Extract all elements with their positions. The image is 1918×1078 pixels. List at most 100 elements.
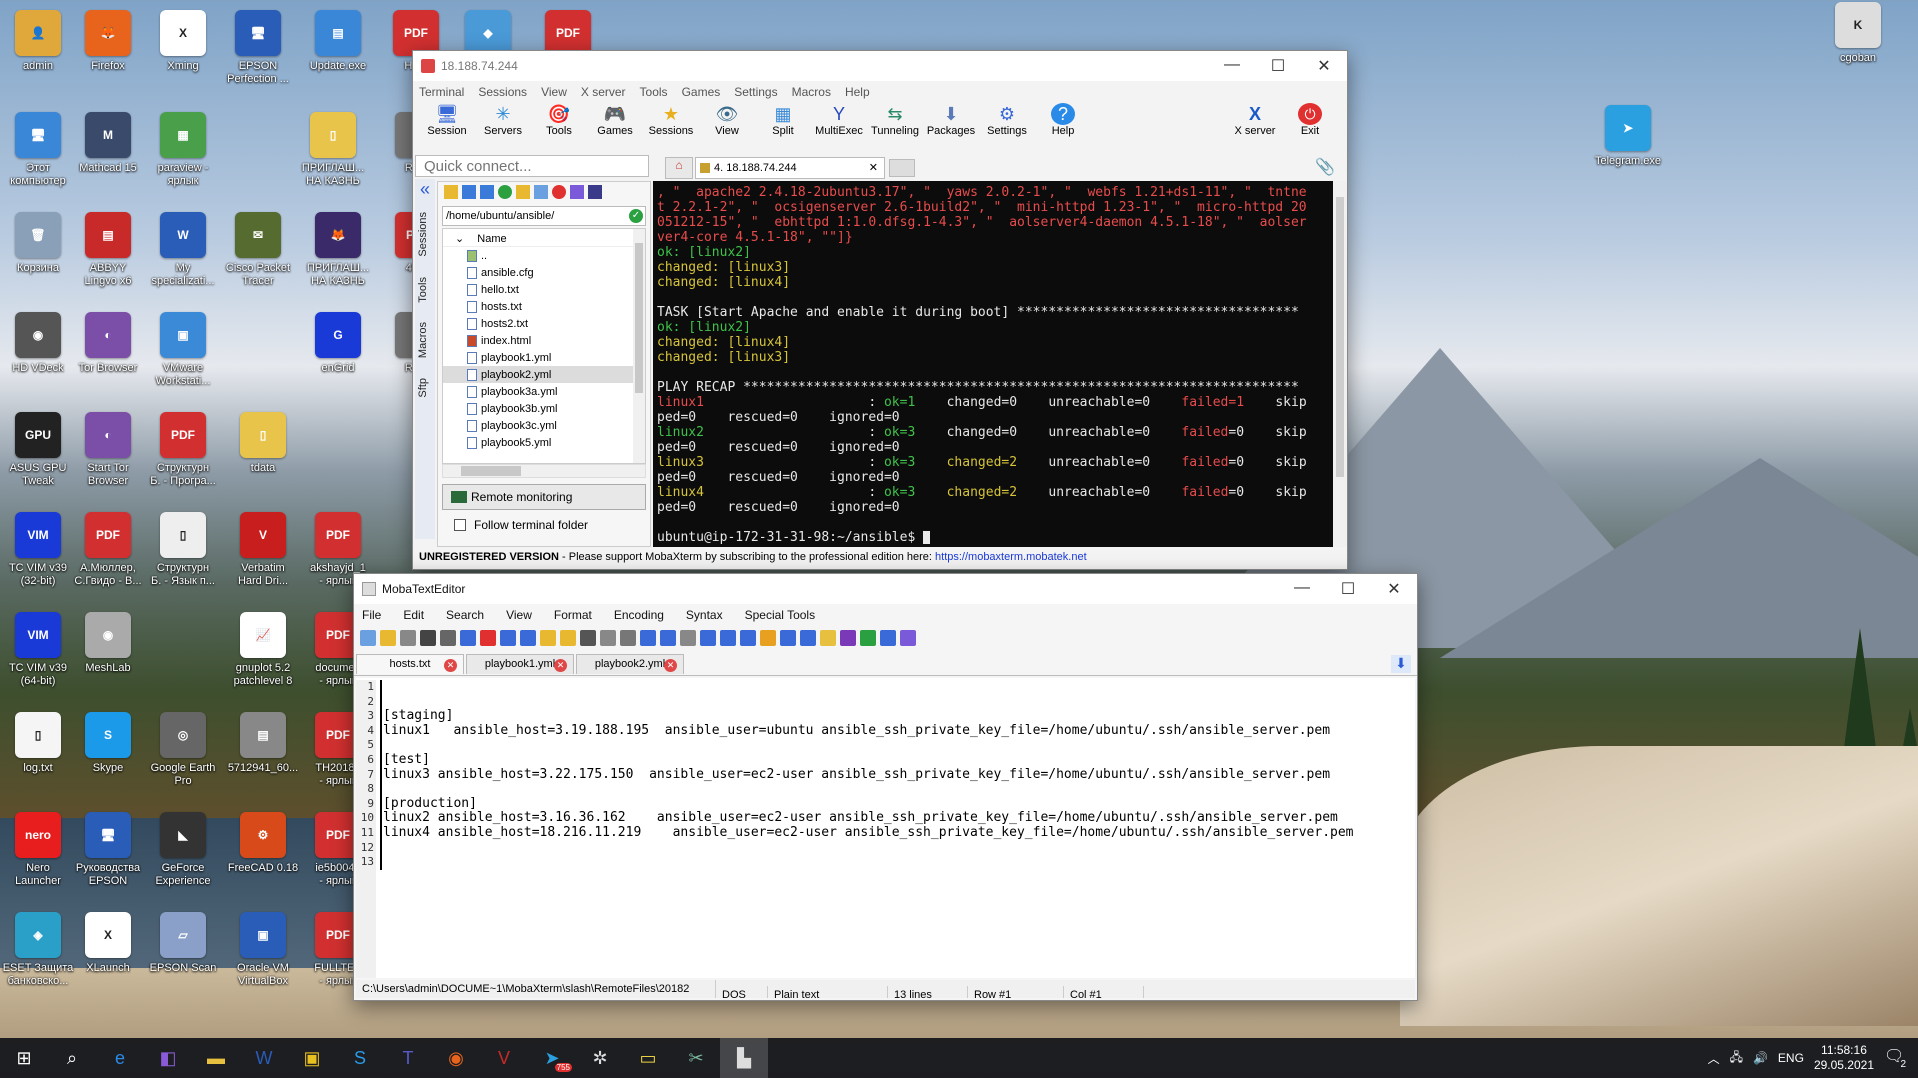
tab-close-icon[interactable]: ✕ — [664, 659, 677, 672]
taskbar-windows-start-button[interactable]: ⊞ — [0, 1038, 48, 1078]
new-file-icon[interactable] — [360, 630, 376, 646]
taskbar-app-folder-button[interactable]: ▭ — [624, 1038, 672, 1078]
minimize-button[interactable]: — — [1209, 56, 1255, 76]
menu-view[interactable]: View — [541, 85, 567, 99]
menu-sessions[interactable]: Sessions — [478, 85, 527, 99]
desktop-icon-engrid[interactable]: GenGrid — [294, 312, 382, 412]
tab-close-icon[interactable]: ✕ — [444, 659, 457, 672]
taskbar-firefox-button[interactable]: ◉ — [432, 1038, 480, 1078]
taskbar-app-yellow-button[interactable]: ▣ — [288, 1038, 336, 1078]
taskbar-app-snip-button[interactable]: ✂ — [672, 1038, 720, 1078]
desktop-icon-pdf-struktur1[interactable]: PDF Структурн Б. - Програ... — [139, 412, 227, 512]
maximize-button[interactable]: ☐ — [1255, 56, 1301, 76]
editor-menu-syntax[interactable]: Syntax — [686, 608, 723, 622]
sftp-file-item[interactable]: hello.txt — [443, 281, 645, 298]
mobaxterm-titlebar[interactable]: 18.188.74.244 — ☐ ✕ — [413, 51, 1347, 81]
taskbar-teams-button[interactable]: T — [384, 1038, 432, 1078]
toolbar-tunneling-button[interactable]: ⇆ Tunneling — [867, 103, 923, 137]
editor-menu-format[interactable]: Format — [554, 608, 592, 622]
split-v-icon[interactable] — [720, 630, 736, 646]
menu-games[interactable]: Games — [682, 85, 721, 99]
sftp-file-item[interactable]: playbook1.yml — [443, 349, 645, 366]
close-button[interactable]: ✕ — [1301, 56, 1347, 76]
sftp-file-item[interactable]: playbook5.yml — [443, 434, 645, 451]
editor-maximize-button[interactable]: ☐ — [1325, 579, 1371, 599]
pilcrow-icon[interactable] — [840, 630, 856, 646]
print-icon[interactable] — [460, 630, 476, 646]
highlight-icon[interactable] — [820, 630, 836, 646]
toolbar-session-button[interactable]: 🖥 Session — [419, 103, 475, 137]
desktop-icon-meshlab[interactable]: ◉ MeshLab — [64, 612, 152, 712]
toolbar-servers-button[interactable]: ✳ Servers — [475, 103, 531, 137]
taskbar-word-button[interactable]: W — [240, 1038, 288, 1078]
desktop-icon-tdata[interactable]: ▯ tdata — [219, 412, 307, 512]
menu-help[interactable]: Help — [845, 85, 870, 99]
split-h-icon[interactable] — [700, 630, 716, 646]
side-tab-sessions[interactable]: Sessions — [415, 204, 431, 265]
taskbar-telegram-button[interactable]: ➤ 755 — [528, 1038, 576, 1078]
remote-monitoring-button[interactable]: Remote monitoring — [442, 484, 646, 510]
path-ok-icon[interactable]: ✓ — [629, 209, 643, 223]
editor-minimize-button[interactable]: — — [1279, 579, 1325, 599]
sftp-vscrollbar[interactable] — [633, 229, 645, 463]
taskbar-skype-button[interactable]: S — [336, 1038, 384, 1078]
menu-macros[interactable]: Macros — [792, 85, 831, 99]
open-folder-icon[interactable] — [380, 630, 396, 646]
save-all-icon[interactable] — [440, 630, 456, 646]
desktop-icon-telegram[interactable]: ➤ Telegram.exe — [1584, 105, 1672, 205]
network-icon[interactable]: 🖧 — [1730, 1048, 1743, 1069]
desktop-icon-paraview[interactable]: ▦ paraview - ярлык — [139, 112, 227, 212]
attach-icon[interactable]: 📎 — [1315, 157, 1335, 177]
editor-text-area[interactable]: 1 2 3 4 5 6 7 8 9 10 11 12 13 [staging] linux1 ansibl… — [356, 678, 1415, 978]
linux-icon[interactable] — [760, 630, 776, 646]
desktop-icon-epson-scan[interactable]: ▱ EPSON Scan — [139, 912, 227, 1012]
desktop-icon-cisco-packet-tracer[interactable]: ✉ Cisco Packet Tracer — [214, 212, 302, 312]
sftp-file-item[interactable]: ansible.cfg — [443, 264, 645, 281]
rename-icon[interactable] — [570, 185, 584, 199]
indent-icon[interactable] — [500, 630, 516, 646]
exit-button[interactable]: ⏻ Exit — [1285, 103, 1335, 137]
language-indicator[interactable]: ENG — [1778, 1051, 1804, 1065]
side-tab-macros[interactable]: Macros — [415, 314, 431, 366]
toolbar-multiexec-button[interactable]: Y MultiExec — [811, 103, 867, 137]
toolbar-settings-button[interactable]: ⚙ Settings — [979, 103, 1035, 137]
desktop-icon-cgoban[interactable]: Kcgoban — [1814, 2, 1902, 102]
taskbar-visual-studio-button[interactable]: ◧ — [144, 1038, 192, 1078]
desktop-icon-file-struktur2[interactable]: ▯ Структурн Б. - Язык п... — [139, 512, 227, 612]
find-replace-icon[interactable] — [660, 630, 676, 646]
sftp-path-input[interactable]: /home/ubuntu/ansible/ — [443, 210, 554, 222]
editor-menu-file[interactable]: File — [362, 608, 381, 622]
toolbar-sessions-button[interactable]: ★ Sessions — [643, 103, 699, 137]
editor-titlebar[interactable]: MobaTextEditor — ☐ ✕ — [354, 574, 1417, 604]
desktop-icon-priglash-firefox[interactable]: 🦊 ПРИГЛАШ... НА КАЗНЬ — [294, 212, 382, 312]
upload-icon[interactable] — [480, 185, 494, 199]
taskbar-file-explorer-button[interactable]: ▬ — [192, 1038, 240, 1078]
toolbar-tools-button[interactable]: 🎯 Tools — [531, 103, 587, 137]
editor-menu-search[interactable]: Search — [446, 608, 484, 622]
wrap-icon[interactable] — [680, 630, 696, 646]
editor-tab-playbook1-yml[interactable]: playbook1.yml ✕ — [466, 654, 574, 674]
taskbar-search-button[interactable]: ⌕ — [48, 1038, 96, 1078]
cut-icon[interactable] — [580, 630, 596, 646]
find-icon[interactable] — [640, 630, 656, 646]
properties-icon[interactable] — [588, 185, 602, 199]
reload-icon[interactable] — [400, 630, 416, 646]
editor-tab-playbook2-yml[interactable]: playbook2.yml ✕ — [576, 654, 684, 674]
sftp-file-item[interactable]: playbook3b.yml — [443, 400, 645, 417]
clock[interactable]: 11:58:16 29.05.2021 — [1814, 1043, 1874, 1073]
editor-menu-edit[interactable]: Edit — [403, 608, 424, 622]
sftp-file-item[interactable]: index.html — [443, 332, 645, 349]
sftp-file-item[interactable]: playbook2.yml — [443, 366, 645, 383]
copy-icon[interactable] — [600, 630, 616, 646]
session-tab[interactable]: 4. 18.188.74.244 ✕ — [695, 157, 885, 179]
toolbar-help-button[interactable]: ? Help — [1035, 103, 1091, 137]
toolbar-packages-button[interactable]: ⬇ Packages — [923, 103, 979, 137]
desktop-icon-update-exe[interactable]: ▤ Update.exe — [294, 10, 382, 110]
mac-icon[interactable] — [780, 630, 796, 646]
editor-menu-encoding[interactable]: Encoding — [614, 608, 664, 622]
side-tab-tools[interactable]: Tools — [415, 269, 431, 311]
tab-list-icon[interactable]: ⬇ — [1391, 655, 1411, 673]
new-tab-button[interactable] — [889, 159, 915, 177]
editor-code[interactable]: [staging] linux1 ansible_host=3.19.188.19… — [380, 680, 1354, 870]
side-tab-sftp[interactable]: Sftp — [415, 370, 431, 406]
